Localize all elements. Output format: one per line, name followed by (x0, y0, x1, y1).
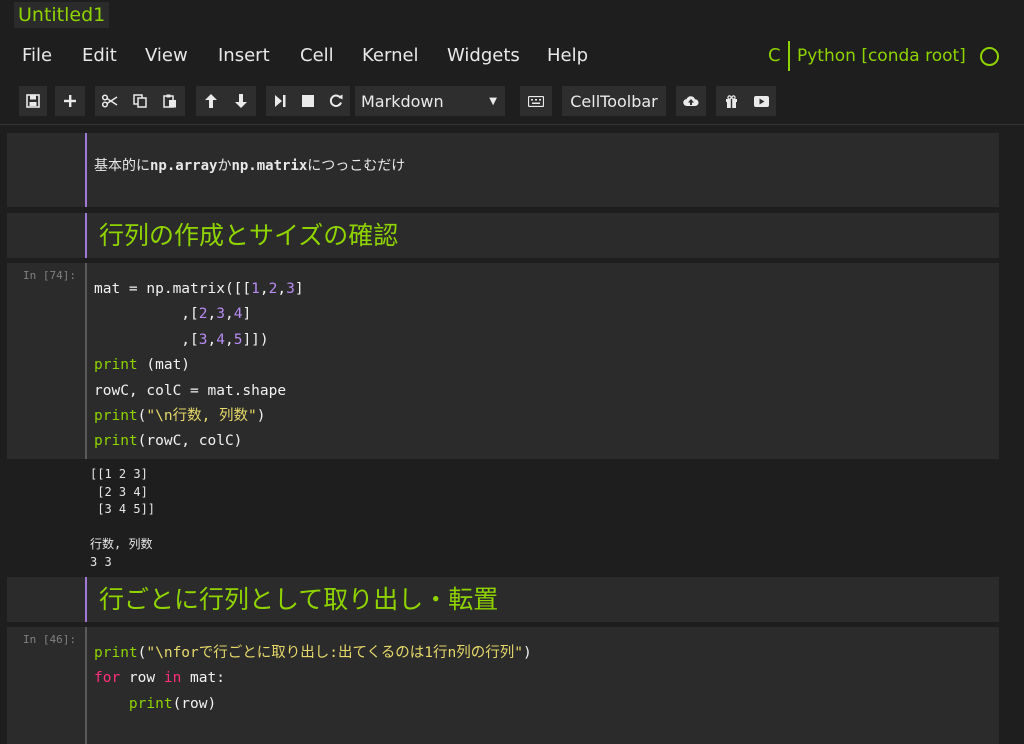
code-cell[interactable]: In [74]: mat = np.matrix([[1,2,3] ,[2,3,… (7, 263, 999, 459)
menubar: File Edit View Insert Cell Kernel Widget… (0, 36, 1024, 76)
upload-icon (683, 95, 699, 107)
step-forward-icon (274, 95, 286, 107)
gift-icon (725, 94, 738, 108)
code-line: print("\n行数, 列数") (94, 408, 266, 425)
caret-down-icon: ▼ (489, 96, 497, 107)
cut-icon (102, 94, 118, 108)
arrow-up-icon (205, 94, 217, 108)
toolbar-divider (0, 124, 1024, 125)
menu-view[interactable]: View (145, 36, 188, 76)
menu-insert[interactable]: Insert (218, 36, 270, 76)
cell-indicator (85, 263, 87, 459)
celltoolbar-button[interactable]: CellToolbar (562, 86, 666, 116)
menu-cell[interactable]: Cell (300, 36, 334, 76)
notebook-header: Untitled1 (0, 0, 1024, 30)
code-editor[interactable]: print("\nforで行ごとに取り出し:出てくるのは1行n列の行列") fo… (94, 641, 532, 717)
copy-icon (133, 94, 147, 108)
command-palette-button[interactable] (520, 86, 552, 116)
code-line: print (mat) (94, 357, 191, 374)
notebook-title[interactable]: Untitled1 (14, 2, 110, 28)
code-editor[interactable]: mat = np.matrix([[1,2,3] ,[2,3,4] ,[3,4,… (94, 277, 304, 455)
code-line: for row in mat: (94, 670, 225, 687)
kernel-idle-icon (980, 47, 999, 66)
output-area: [[1 2 3] [2 3 4] [3 4 5]] 行数, 列数 3 3 (7, 459, 999, 571)
arrow-down-icon (235, 94, 247, 108)
section-heading: 行ごとに行列として取り出し・転置 (99, 585, 499, 614)
code-line: print(row) (128, 695, 217, 712)
gift-button[interactable] (716, 86, 746, 116)
keyboard-icon (528, 95, 544, 107)
cell-indicator (85, 627, 87, 744)
paste-button[interactable] (155, 86, 185, 116)
plus-icon (64, 95, 76, 107)
menu-help[interactable]: Help (547, 36, 588, 76)
menu-edit[interactable]: Edit (82, 36, 117, 76)
restart-icon (329, 94, 343, 108)
markdown-cell[interactable]: 基本的にnp.arrayかnp.matrixにつっこむだけ (7, 133, 999, 207)
move-up-button[interactable] (196, 86, 226, 116)
code-line: ,[2,3,4] (94, 306, 252, 323)
cell-type-value: Markdown (361, 92, 444, 111)
run-cell-button[interactable] (266, 86, 294, 116)
code-line: ,[3,4,5]]) (94, 331, 269, 348)
kernel-indicator: C (768, 45, 781, 66)
interrupt-button[interactable] (294, 86, 322, 116)
cell-indicator (85, 213, 87, 258)
menu-file[interactable]: File (22, 36, 52, 76)
upload-button[interactable] (676, 86, 706, 116)
code-line: print("\nforで行ごとに取り出し:出てくるのは1行n列の行列") (94, 645, 532, 661)
input-prompt: In [46]: (23, 633, 76, 646)
paste-icon (163, 94, 177, 108)
cell-indicator (85, 577, 87, 622)
copy-button[interactable] (125, 86, 155, 116)
toolbar: Markdown ▼ CellToolbar (0, 86, 1024, 120)
menu-kernel[interactable]: Kernel (362, 36, 419, 76)
menu-widgets[interactable]: Widgets (447, 36, 520, 76)
save-icon (26, 94, 40, 108)
code-cell[interactable]: In [46]: print("\nforで行ごとに取り出し:出てくるのは1行n… (7, 627, 999, 744)
input-prompt: In [74]: (23, 269, 76, 282)
restart-button[interactable] (322, 86, 350, 116)
stop-icon (302, 95, 314, 107)
save-button[interactable] (19, 86, 47, 116)
output-text: [[1 2 3] [2 3 4] [3 4 5]] 行数, 列数 3 3 (90, 467, 156, 569)
cut-button[interactable] (95, 86, 125, 116)
heading-cell[interactable]: 行列の作成とサイズの確認 (7, 213, 999, 258)
code-line: rowC, colC = mat.shape (94, 382, 287, 399)
insert-cell-button[interactable] (55, 86, 85, 116)
kernel-name[interactable]: Python [conda root] (797, 36, 966, 76)
code-line: mat = np.matrix([[1,2,3] (94, 281, 304, 297)
markdown-text: 基本的にnp.arrayかnp.matrixにつっこむだけ (94, 158, 406, 174)
section-heading: 行列の作成とサイズの確認 (99, 221, 399, 250)
kernel-separator (788, 41, 790, 71)
slideshow-button[interactable] (746, 86, 776, 116)
code-line: print(rowC, colC) (94, 433, 243, 450)
heading-cell[interactable]: 行ごとに行列として取り出し・転置 (7, 577, 999, 622)
selected-cell-indicator (85, 133, 87, 207)
cell-type-select[interactable]: Markdown ▼ (355, 86, 505, 116)
play-video-icon (753, 95, 769, 107)
move-down-button[interactable] (226, 86, 256, 116)
